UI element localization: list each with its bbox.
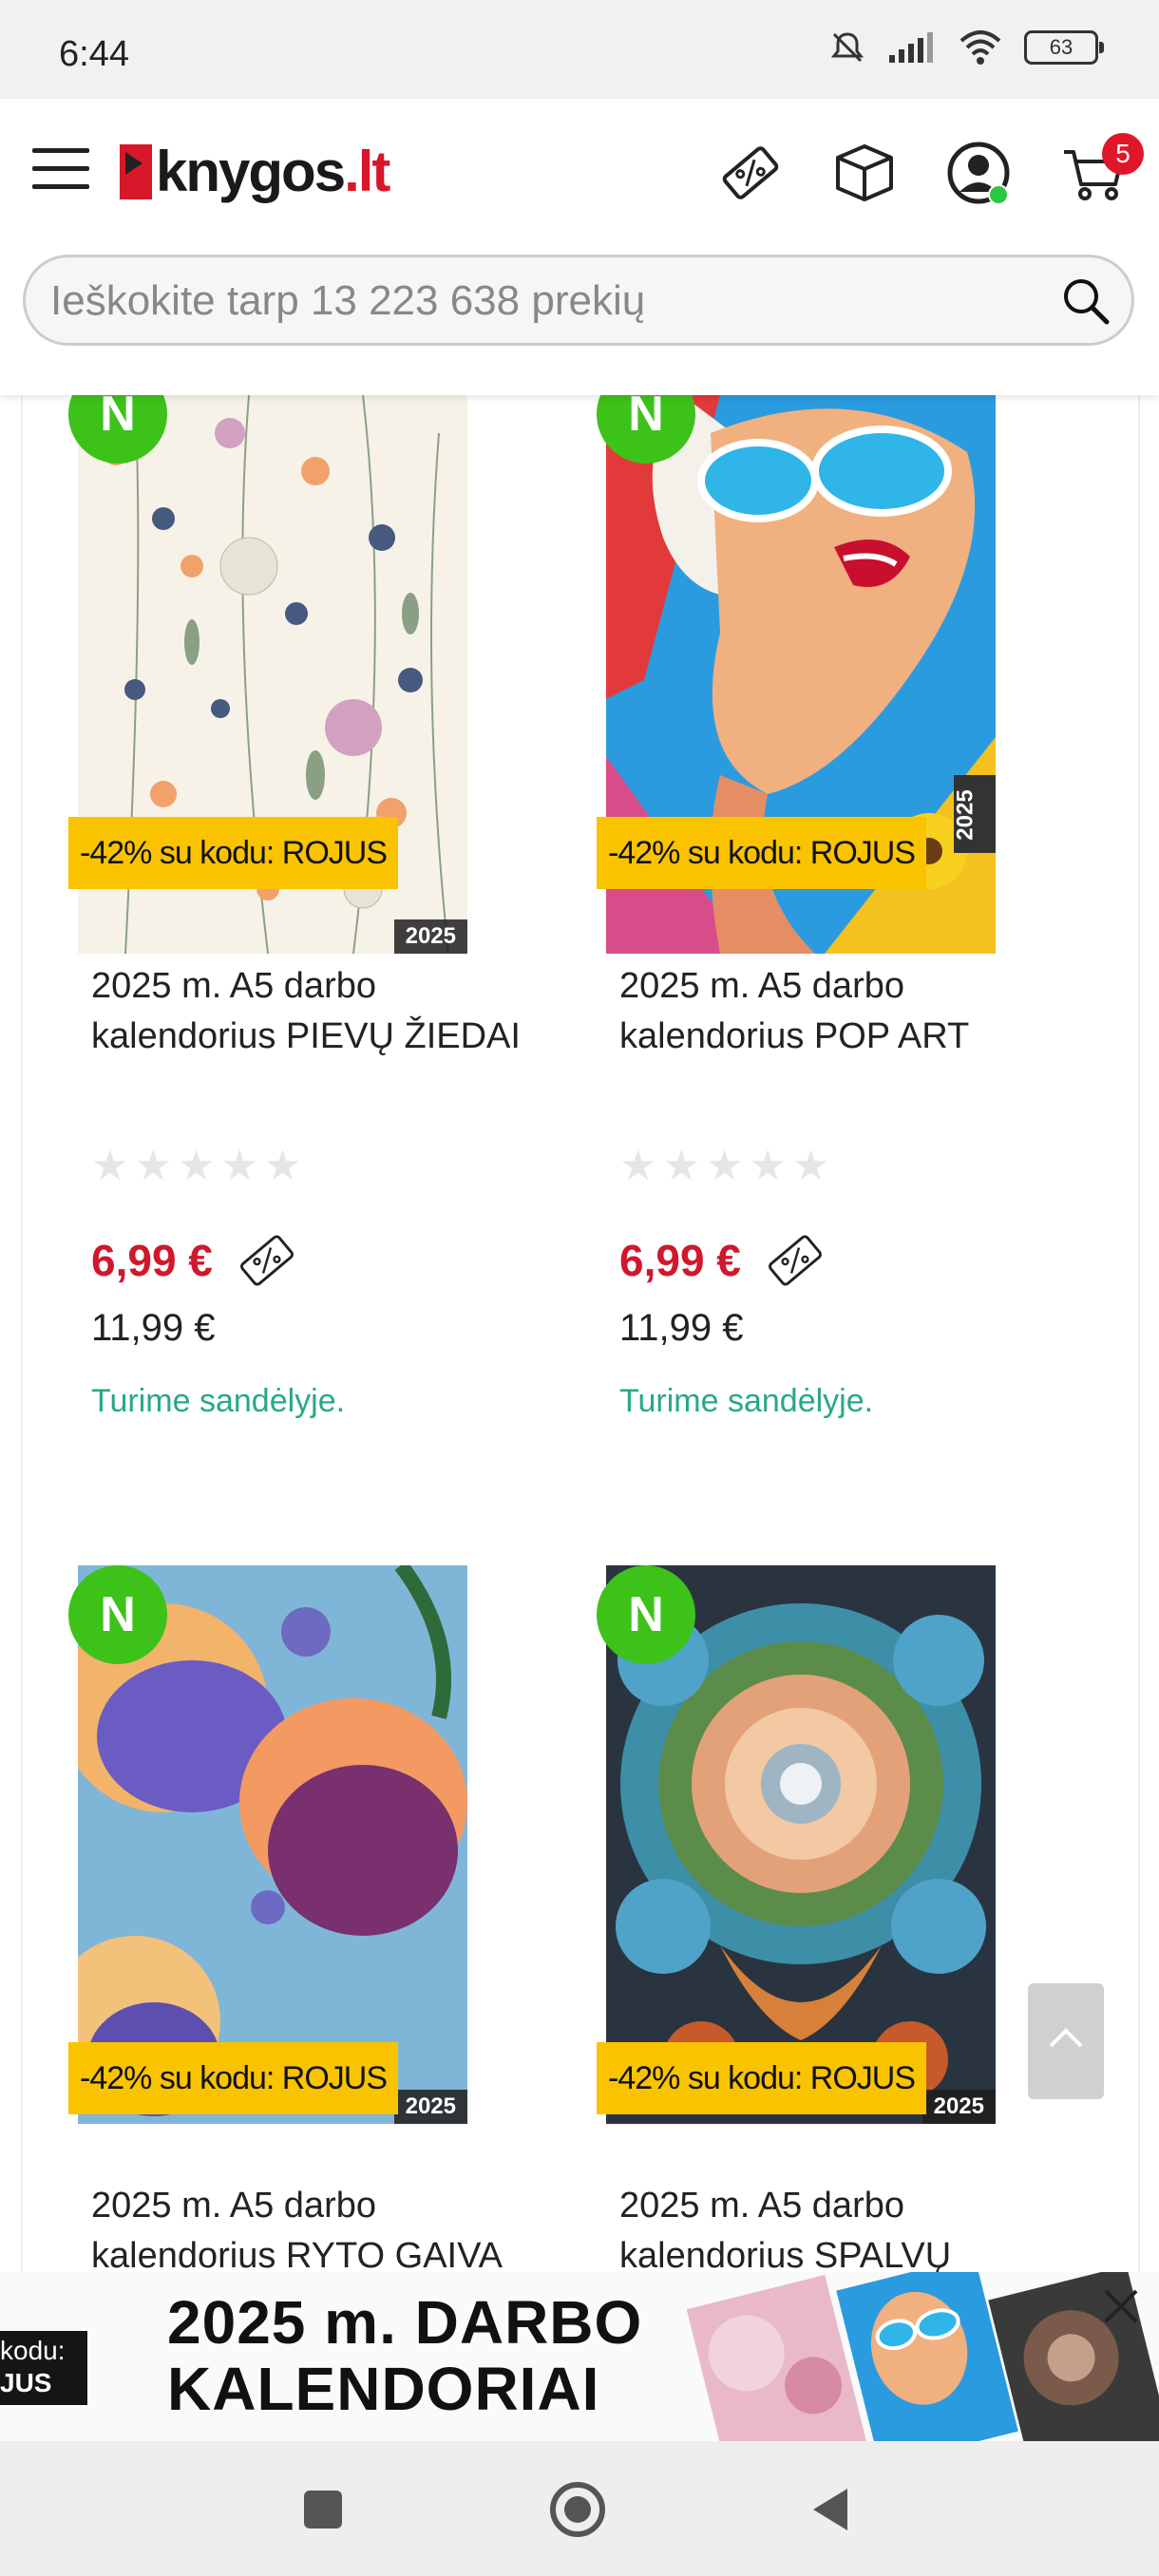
- discount-tag-icon[interactable]: [716, 139, 785, 207]
- promo-code-label: -42% su kodu: ROJUS: [68, 817, 399, 889]
- rating-stars: ★★★★★: [619, 1143, 836, 1189]
- cover-year-label: 2025: [393, 919, 467, 954]
- product-title[interactable]: 2025 m. A5 darbo kalendorius SPALVŲ: [619, 2181, 1075, 2276]
- menu-icon[interactable]: [32, 148, 89, 196]
- new-badge: N: [597, 1565, 695, 1664]
- status-bar: 6:44 63: [0, 0, 1159, 99]
- stock-status: Turime sandėlyje.: [619, 1383, 874, 1419]
- product-title[interactable]: 2025 m. A5 darbo kalendorius PIEVŲ ŽIEDA…: [91, 961, 547, 1062]
- signal-icon: [889, 32, 933, 63]
- recent-apps-icon[interactable]: [300, 2487, 346, 2532]
- close-icon[interactable]: [1098, 2283, 1144, 2329]
- product-old-price: 11,99 €: [91, 1307, 216, 1349]
- wifi-icon: [960, 30, 1001, 65]
- system-navigation-bar: [0, 2441, 1159, 2576]
- banner-title-line2: KALENDORIAI: [167, 2355, 600, 2423]
- promo-code-label: -42% su kodu: ROJUS: [68, 2042, 399, 2114]
- new-badge: N: [68, 1565, 167, 1664]
- promo-code-label: -42% su kodu: ROJUS: [597, 817, 927, 889]
- banner-code-line1: kodu:: [0, 2336, 66, 2365]
- cover-year-label: 2025: [953, 775, 996, 853]
- site-header: knygos.lt 5: [0, 99, 1159, 395]
- rating-stars: ★★★★★: [91, 1143, 308, 1189]
- promo-banner[interactable]: kodu: JUS 2025 m. DARBO KALENDORIAI: [0, 2272, 1159, 2441]
- promo-code-label: -42% su kodu: ROJUS: [597, 2042, 927, 2114]
- mute-icon: [830, 32, 864, 63]
- logo-suffix: .lt: [344, 140, 390, 203]
- product-grid: 2025 N -42% su kodu: ROJUS 2025 m. A5 da…: [21, 395, 1140, 2276]
- banner-title: 2025 m. DARBO KALENDORIAI: [167, 2289, 642, 2422]
- cart-count-badge: 5: [1102, 133, 1144, 175]
- product-title[interactable]: 2025 m. A5 darbo kalendorius RYTO GAIVA: [91, 2181, 547, 2276]
- logo-name: knygos: [156, 140, 346, 203]
- battery-indicator: 63: [1024, 30, 1104, 65]
- banner-code-line2: JUS: [0, 2368, 52, 2397]
- home-icon[interactable]: [547, 2479, 608, 2540]
- search-icon[interactable]: [1057, 273, 1114, 330]
- banner-calendar-collage: [686, 2272, 1159, 2441]
- banner-title-line1: 2025 m. DARBO: [167, 2288, 643, 2357]
- cover-year-label: 2025: [922, 2090, 996, 2124]
- product-price: 6,99 €: [619, 1236, 741, 1285]
- stock-status: Turime sandėlyje.: [91, 1383, 346, 1419]
- product-title[interactable]: 2025 m. A5 darbo kalendorius POP ART: [619, 961, 1075, 1062]
- user-account-button[interactable]: [944, 139, 1013, 207]
- chevron-up-icon: [1049, 2028, 1083, 2048]
- cover-year-label: 2025: [393, 2090, 467, 2124]
- search-input[interactable]: [48, 271, 1002, 331]
- site-logo[interactable]: knygos.lt: [120, 139, 390, 204]
- status-icons: 63: [828, 28, 1104, 66]
- online-status-dot: [988, 184, 1009, 205]
- product-old-price: 11,99 €: [619, 1307, 744, 1349]
- scroll-to-top-button[interactable]: [1028, 1983, 1104, 2099]
- status-time: 6:44: [59, 34, 129, 74]
- discount-tag-icon[interactable]: [234, 1227, 300, 1294]
- back-icon[interactable]: [808, 2485, 853, 2534]
- cart-button[interactable]: 5: [1060, 133, 1144, 207]
- product-price: 6,99 €: [91, 1236, 213, 1285]
- search-bar: [23, 255, 1134, 346]
- banner-code-box: kodu: JUS: [0, 2331, 87, 2405]
- discount-tag-icon[interactable]: [762, 1227, 828, 1294]
- logo-mark: [120, 143, 152, 199]
- box-icon[interactable]: [830, 139, 899, 207]
- logo-text: knygos.lt: [156, 139, 390, 204]
